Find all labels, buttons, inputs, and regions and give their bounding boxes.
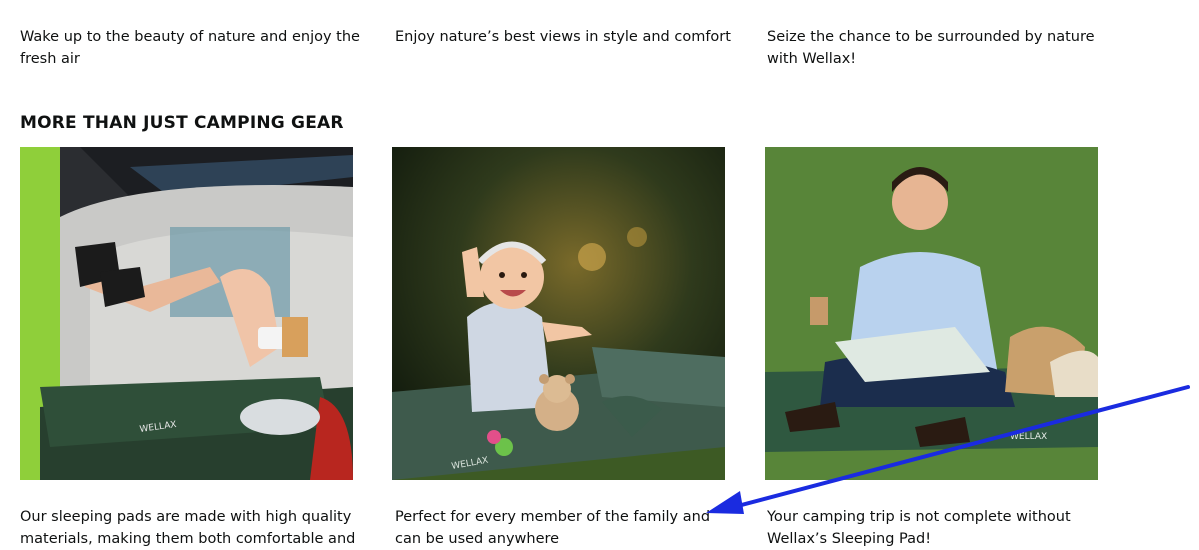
bottom-caption-2: Perfect for every member of the family a… bbox=[395, 509, 711, 547]
top-caption-3: Seize the chance to be surrounded by nat… bbox=[767, 29, 1095, 67]
product-description-page: Wake up to the beauty of nature and enjo… bbox=[0, 0, 1199, 550]
man-on-sleeping-pad-photo[interactable]: WELLAX bbox=[765, 147, 1098, 480]
brand-mark: WELLAX bbox=[1010, 432, 1047, 442]
car-trunk-sleeping-pad-photo[interactable]: WELLAX bbox=[20, 147, 353, 480]
top-caption-1: Wake up to the beauty of nature and enjo… bbox=[20, 29, 360, 67]
section-title: MORE THAN JUST CAMPING GEAR bbox=[20, 113, 344, 133]
bottom-caption-1: Our sleeping pads are made with high qua… bbox=[20, 509, 356, 547]
baby-on-sleeping-pad-photo[interactable]: WELLAX bbox=[392, 147, 725, 480]
bottom-caption-3: Your camping trip is not complete withou… bbox=[767, 509, 1071, 547]
top-caption-2: Enjoy nature’s best views in style and c… bbox=[395, 29, 731, 45]
